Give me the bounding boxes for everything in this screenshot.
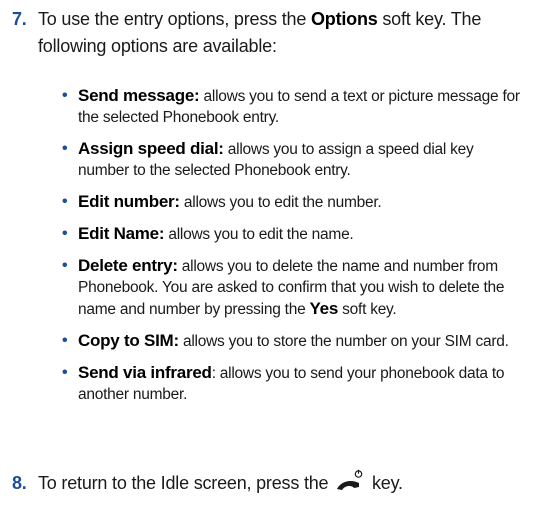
step-text: To use the entry options, press the Opti… bbox=[38, 6, 538, 60]
step-text: To return to the Idle screen, press the … bbox=[38, 470, 538, 497]
option-desc: allows you to edit the name. bbox=[164, 226, 354, 243]
bullet-icon: • bbox=[62, 364, 68, 381]
list-item: • Edit number: allows you to edit the nu… bbox=[62, 191, 528, 213]
step-text-before: To use the entry options, press the bbox=[38, 9, 311, 29]
option-desc: allows you to store the number on your S… bbox=[178, 333, 509, 350]
bullet-icon: • bbox=[62, 257, 68, 274]
options-list: • Send message: allows you to send a tex… bbox=[62, 85, 528, 415]
option-term: Edit Name: bbox=[78, 224, 165, 243]
option-term: Edit number: bbox=[78, 192, 180, 211]
step-8: 8. To return to the Idle screen, press t… bbox=[12, 470, 532, 500]
step-7: 7. To use the entry options, press the O… bbox=[12, 6, 532, 66]
bullet-icon: • bbox=[62, 225, 68, 242]
option-term: Send message: bbox=[78, 86, 200, 105]
step-number: 7. bbox=[12, 9, 27, 29]
bullet-icon: • bbox=[62, 87, 68, 104]
end-call-power-key-icon bbox=[335, 469, 365, 493]
options-key-label: Options bbox=[310, 9, 378, 29]
option-desc-after: soft key. bbox=[338, 301, 397, 318]
bullet-icon: • bbox=[62, 332, 68, 349]
option-term: Assign speed dial: bbox=[78, 139, 224, 158]
list-item: • Send message: allows you to send a tex… bbox=[62, 85, 528, 128]
list-item: • Copy to SIM: allows you to store the n… bbox=[62, 330, 528, 352]
step-text-after: key. bbox=[367, 473, 403, 493]
step-number: 8. bbox=[12, 473, 27, 493]
list-item: • Send via infrared: allows you to send … bbox=[62, 362, 528, 405]
bullet-icon: • bbox=[62, 140, 68, 157]
step-text-before: To return to the Idle screen, press the bbox=[38, 473, 334, 493]
option-term: Send via infrared bbox=[78, 363, 212, 382]
option-term: Copy to SIM: bbox=[78, 331, 179, 350]
option-desc: allows you to edit the number. bbox=[179, 194, 382, 211]
option-term: Delete entry: bbox=[78, 256, 178, 275]
list-item: • Delete entry: allows you to delete the… bbox=[62, 255, 528, 320]
yes-key-label: Yes bbox=[309, 299, 339, 318]
list-item: • Assign speed dial: allows you to assig… bbox=[62, 138, 528, 181]
bullet-icon: • bbox=[62, 193, 68, 210]
list-item: • Edit Name: allows you to edit the name… bbox=[62, 223, 528, 245]
manual-page: 7. To use the entry options, press the O… bbox=[0, 0, 540, 505]
